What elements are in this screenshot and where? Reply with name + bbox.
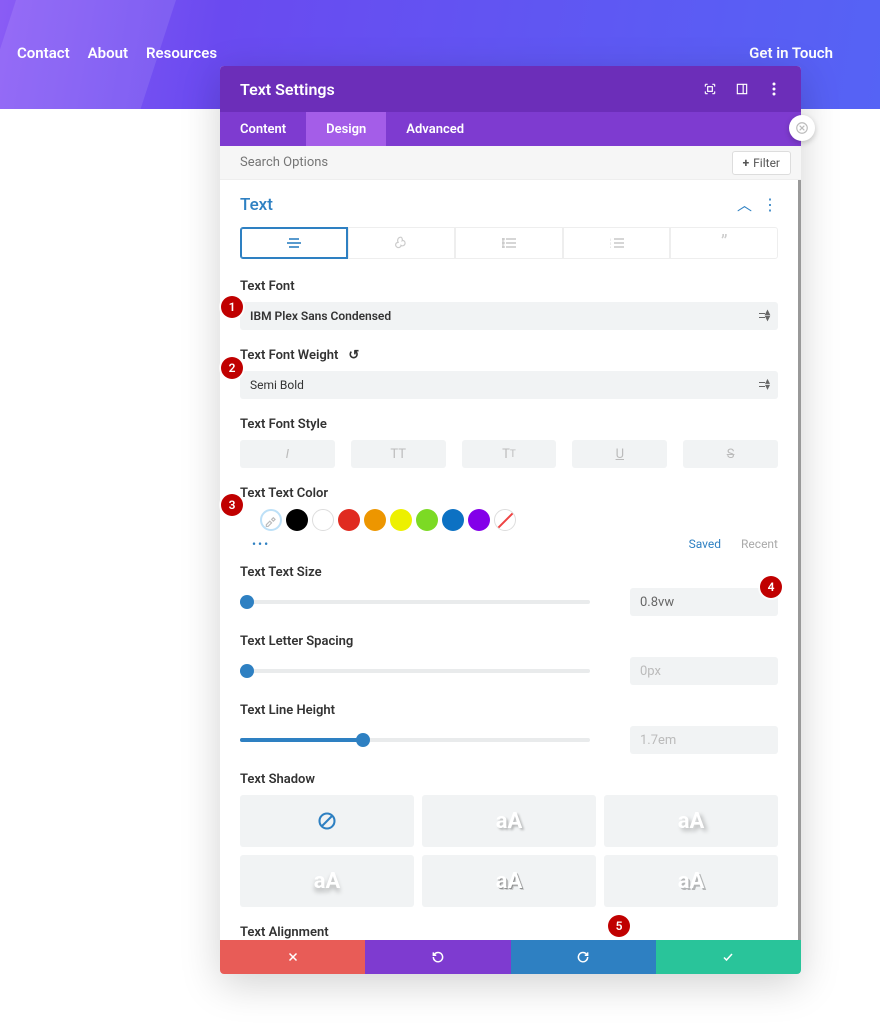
- panel-header-actions: [703, 82, 781, 96]
- shadow-preset-3[interactable]: aA: [240, 855, 414, 907]
- shadow-preset-5[interactable]: aA: [604, 855, 778, 907]
- shadow-grid: aA aA aA aA aA: [240, 795, 778, 907]
- swatch-black[interactable]: [286, 509, 308, 531]
- text-type-tabs: 123 ”: [240, 227, 778, 259]
- tab-content[interactable]: Content: [220, 112, 306, 146]
- get-in-touch-link[interactable]: Get in Touch: [749, 44, 833, 62]
- settings-body: Text ︿ ⋮ 123 ” Text Font IBM Plex Sans C…: [220, 180, 801, 940]
- callout-4: 4: [760, 576, 782, 598]
- nav-contact[interactable]: Contact: [17, 44, 70, 62]
- redo-button[interactable]: [511, 940, 656, 974]
- style-strike[interactable]: S: [683, 440, 778, 468]
- swatch-blue[interactable]: [442, 509, 464, 531]
- type-tab-quote[interactable]: ”: [670, 227, 778, 259]
- style-smallcaps[interactable]: TT: [462, 440, 557, 468]
- shadow-preset-2[interactable]: aA: [604, 795, 778, 847]
- weight-select[interactable]: Semi Bold▴▾: [240, 371, 778, 399]
- settings-tabs: Content Design Advanced: [220, 112, 801, 146]
- expand-icon[interactable]: [703, 82, 717, 96]
- panel-title: Text Settings: [240, 80, 335, 99]
- panel-footer: [220, 940, 801, 974]
- close-floating-button[interactable]: [789, 115, 815, 141]
- chevron-up-icon[interactable]: ︿: [737, 194, 752, 215]
- more-colors-icon[interactable]: •••: [252, 537, 270, 551]
- recent-colors-tab[interactable]: Recent: [741, 537, 778, 551]
- type-tab-ul[interactable]: [455, 227, 563, 259]
- text-settings-panel: Text Settings Content Design Advanced +F…: [220, 66, 801, 974]
- font-select[interactable]: IBM Plex Sans Condensed▴▾: [240, 302, 778, 330]
- shadow-none[interactable]: [240, 795, 414, 847]
- shadow-preset-4[interactable]: aA: [422, 855, 596, 907]
- letter-value[interactable]: 0px: [630, 657, 778, 685]
- size-label: Text Text Size: [240, 565, 778, 580]
- swatch-orange[interactable]: [364, 509, 386, 531]
- line-value[interactable]: 1.7em: [630, 726, 778, 754]
- callout-1: 1: [221, 296, 243, 318]
- top-nav: Contact About Resources: [17, 44, 217, 62]
- weight-label: Text Font Weight↺: [240, 348, 778, 363]
- style-uppercase[interactable]: TT: [351, 440, 446, 468]
- search-input[interactable]: [240, 155, 732, 170]
- type-tab-paragraph[interactable]: [240, 227, 348, 259]
- swatch-purple[interactable]: [468, 509, 490, 531]
- section-more-icon[interactable]: ⋮: [762, 195, 778, 214]
- align-label: Text Alignment: [240, 925, 778, 940]
- type-tab-ol[interactable]: 123: [563, 227, 671, 259]
- style-underline[interactable]: U: [572, 440, 667, 468]
- reset-icon[interactable]: ↺: [348, 348, 359, 363]
- callout-3: 3: [221, 494, 243, 516]
- swatch-white[interactable]: [312, 509, 334, 531]
- more-icon[interactable]: [767, 82, 781, 96]
- color-picker-icon[interactable]: [260, 509, 282, 531]
- callout-2: 2: [221, 357, 243, 379]
- panel-header: Text Settings: [220, 66, 801, 112]
- color-label: Text Text Color: [240, 486, 778, 501]
- shadow-preset-1[interactable]: aA: [422, 795, 596, 847]
- letter-label: Text Letter Spacing: [240, 634, 778, 649]
- shadow-label: Text Shadow: [240, 772, 778, 787]
- callout-5: 5: [608, 915, 630, 937]
- save-button[interactable]: [656, 940, 801, 974]
- tab-advanced[interactable]: Advanced: [386, 112, 484, 146]
- section-title: Text: [240, 195, 273, 215]
- size-slider[interactable]: [240, 588, 590, 616]
- undo-button[interactable]: [365, 940, 510, 974]
- search-row: +Filter: [220, 146, 801, 180]
- nav-resources[interactable]: Resources: [146, 44, 217, 62]
- swatch-yellow[interactable]: [390, 509, 412, 531]
- size-value[interactable]: 0.8vw: [630, 588, 778, 616]
- font-label: Text Font: [240, 279, 778, 294]
- color-swatches: [240, 509, 778, 531]
- nav-about[interactable]: About: [88, 44, 128, 62]
- swatch-none[interactable]: [494, 509, 516, 531]
- cancel-button[interactable]: [220, 940, 365, 974]
- style-italic[interactable]: I: [240, 440, 335, 468]
- svg-text:3: 3: [610, 245, 611, 248]
- line-slider[interactable]: [240, 726, 590, 754]
- filter-button[interactable]: +Filter: [732, 151, 791, 175]
- style-label: Text Font Style: [240, 417, 778, 432]
- dock-icon[interactable]: [735, 82, 749, 96]
- type-tab-link[interactable]: [348, 227, 456, 259]
- swatch-red[interactable]: [338, 509, 360, 531]
- saved-colors-tab[interactable]: Saved: [689, 537, 721, 551]
- swatch-green[interactable]: [416, 509, 438, 531]
- letter-slider[interactable]: [240, 657, 590, 685]
- tab-design[interactable]: Design: [306, 112, 386, 146]
- line-label: Text Line Height: [240, 703, 778, 718]
